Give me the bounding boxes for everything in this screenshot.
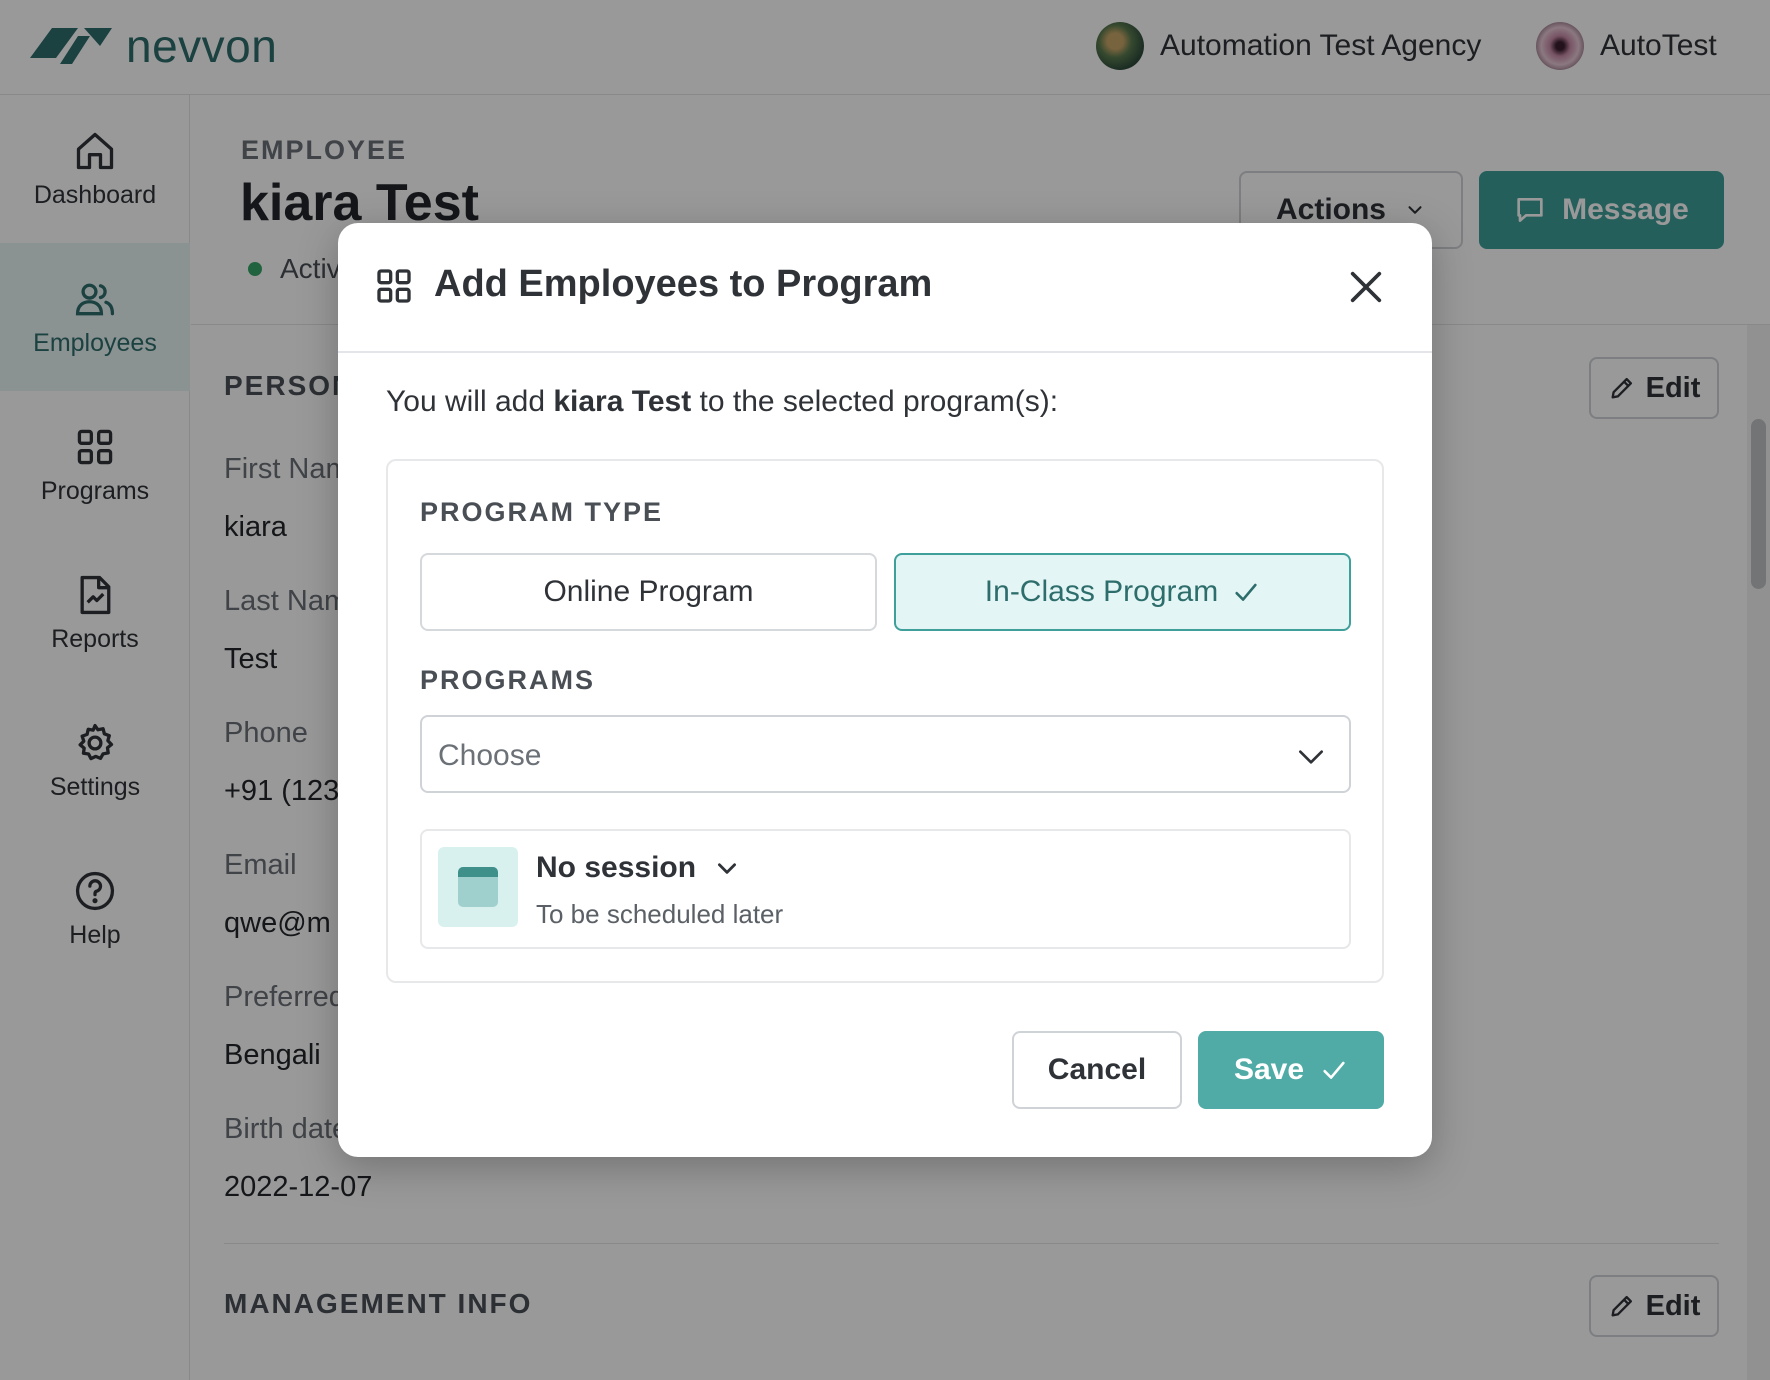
program-selection-card: PROGRAM TYPE Online Program In-Class Pro… — [386, 459, 1384, 983]
dialog-intro: You will add kiara Test to the selected … — [386, 385, 1058, 419]
programs-grid-icon — [377, 269, 411, 303]
in-class-program-option[interactable]: In-Class Program — [894, 553, 1351, 631]
intro-employee-name: kiara Test — [553, 385, 692, 418]
program-type-label: PROGRAM TYPE — [420, 497, 664, 527]
close-icon[interactable] — [1346, 267, 1386, 307]
cancel-button[interactable]: Cancel — [1012, 1031, 1182, 1109]
chevron-down-icon — [1299, 750, 1323, 764]
intro-suffix: to the selected program(s): — [691, 385, 1059, 418]
session-title: No session — [536, 851, 697, 884]
programs-label: PROGRAMS — [420, 665, 596, 695]
save-label: Save — [1233, 1053, 1305, 1086]
check-icon — [1323, 1061, 1345, 1079]
session-selector[interactable]: No session To be scheduled later — [420, 829, 1351, 949]
online-program-option[interactable]: Online Program — [420, 553, 877, 631]
calendar-icon — [438, 847, 518, 927]
programs-select[interactable]: Choose — [420, 715, 1351, 793]
cancel-label: Cancel — [1047, 1053, 1147, 1086]
save-button[interactable]: Save — [1198, 1031, 1384, 1109]
session-subtitle: To be scheduled later — [536, 899, 784, 929]
online-program-label: Online Program — [543, 575, 754, 608]
dialog-header: Add Employees to Program — [338, 223, 1432, 353]
add-to-program-dialog: Add Employees to Program You will add ki… — [338, 223, 1432, 1157]
chevron-down-icon — [718, 863, 737, 874]
session-dropdown[interactable]: No session — [536, 851, 740, 885]
programs-select-value: Choose — [438, 739, 542, 772]
check-icon — [1235, 583, 1257, 601]
in-class-program-label: In-Class Program — [984, 575, 1219, 608]
intro-prefix: You will add — [386, 385, 554, 418]
dialog-title: Add Employees to Program — [434, 263, 933, 305]
